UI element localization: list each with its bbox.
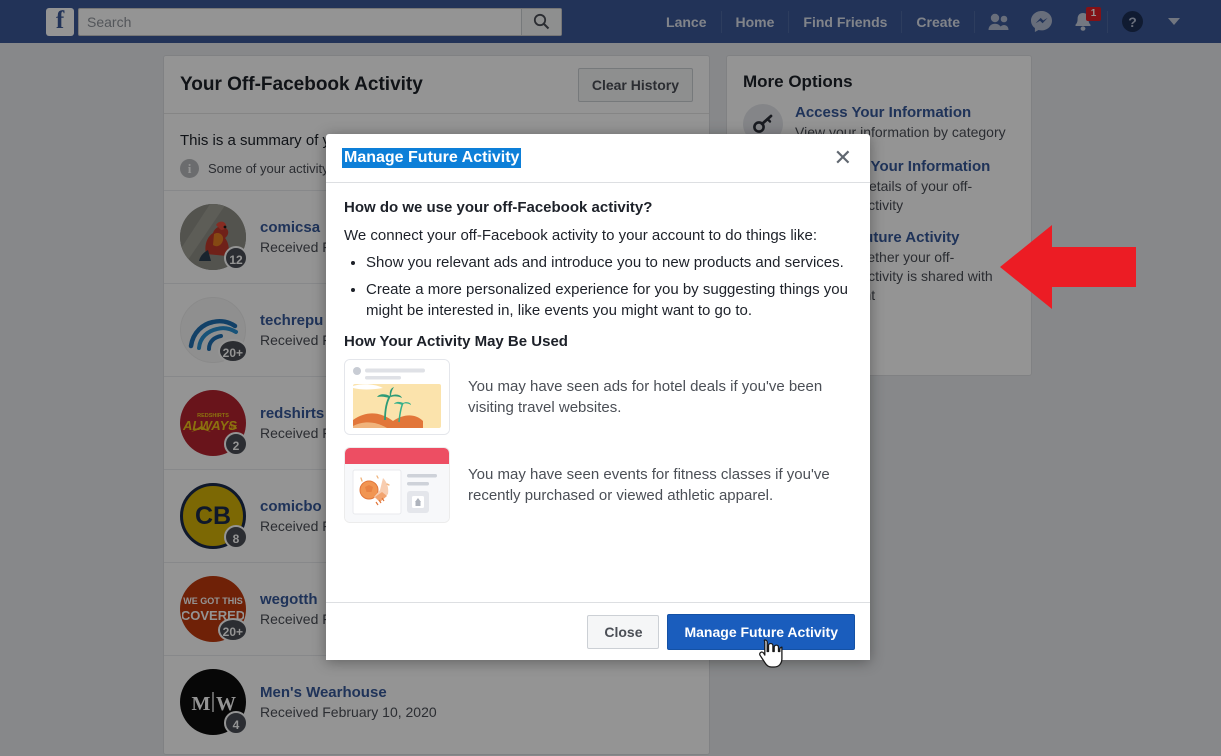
close-icon[interactable]: ✕ bbox=[832, 147, 854, 169]
example-row-fitness: You may have seen events for fitness cla… bbox=[344, 447, 852, 523]
travel-beach-illustration-icon bbox=[345, 360, 449, 434]
usage-bullet-item: Create a more personalized experience fo… bbox=[366, 279, 852, 321]
example-row-travel: You may have seen ads for hotel deals if… bbox=[344, 359, 852, 435]
dialog-intro-text: We connect your off-Facebook activity to… bbox=[344, 227, 818, 244]
hand-cursor-icon bbox=[759, 639, 783, 668]
example-text: You may have seen events for fitness cla… bbox=[468, 466, 830, 504]
close-button[interactable]: Close bbox=[587, 614, 660, 649]
hand-cursor bbox=[757, 638, 783, 675]
fitness-soccer-thumbnail bbox=[344, 447, 450, 523]
dialog-title: Manage Future Activity bbox=[342, 148, 522, 168]
usage-bullet-list: Show you relevant ads and introduce you … bbox=[344, 252, 852, 321]
dialog-section-heading: How Your Activity May Be Used bbox=[344, 333, 568, 350]
dialog-question-heading: How do we use your off-Facebook activity… bbox=[344, 199, 653, 216]
page-root: f Lance Home Find Friends Create bbox=[0, 0, 1221, 756]
dialog-footer: Close Manage Future Activity bbox=[326, 602, 870, 660]
travel-beach-thumbnail bbox=[344, 359, 450, 435]
usage-bullet-item: Show you relevant ads and introduce you … bbox=[366, 252, 852, 273]
dialog-header: Manage Future Activity ✕ bbox=[326, 134, 870, 183]
red-pointer-arrow bbox=[1000, 225, 1136, 314]
example-text: You may have seen ads for hotel deals if… bbox=[468, 378, 823, 416]
fitness-event-illustration-icon bbox=[345, 448, 449, 522]
dialog-body: How do we use your off-Facebook activity… bbox=[326, 183, 870, 602]
red-arrow-icon bbox=[1000, 225, 1136, 309]
manage-future-activity-dialog: Manage Future Activity ✕ How do we use y… bbox=[326, 134, 870, 660]
